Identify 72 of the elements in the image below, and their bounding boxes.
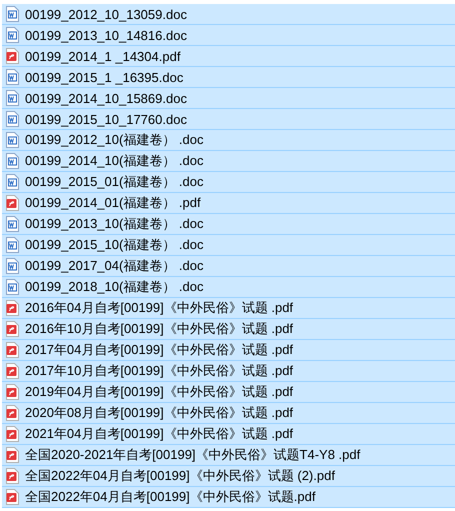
file-name: 2016年04月自考[00199]《中外民俗》试题 .pdf <box>25 299 294 317</box>
document-icon <box>6 216 19 232</box>
file-item[interactable]: 全国2022年04月自考[00199]《中外民俗》试题.pdf <box>2 487 455 508</box>
file-name: 00199_2014_1 _14304.pdf <box>25 48 180 64</box>
file-item[interactable]: 2016年04月自考[00199]《中外民俗》试题 .pdf <box>2 298 455 319</box>
file-item[interactable]: 00199_2012_10(福建卷） .doc <box>2 130 455 151</box>
file-name: 全国2022年04月自考[00199]《中外民俗》试题 (2).pdf <box>25 467 335 485</box>
file-name: 00199_2015_01(福建卷） .doc <box>25 173 204 191</box>
document-icon <box>6 258 19 274</box>
file-name: 00199_2018_10(福建卷） .doc <box>25 278 204 296</box>
file-item[interactable]: 全国2022年04月自考[00199]《中外民俗》试题 (2).pdf <box>2 466 455 487</box>
file-item[interactable]: 2020年08月自考[00199]《中外民俗》试题 .pdf <box>2 403 455 424</box>
file-item[interactable]: 00199_2015_10_17760.doc <box>2 109 455 130</box>
document-icon <box>6 132 19 148</box>
file-name: 2016年10月自考[00199]《中外民俗》试题 .pdf <box>25 320 294 338</box>
file-item[interactable]: 00199_2015_10(福建卷） .doc <box>2 235 455 256</box>
document-icon <box>6 279 19 295</box>
file-name: 00199_2017_04(福建卷） .doc <box>25 257 204 275</box>
file-name: 00199_2015_1 _16395.doc <box>25 70 184 84</box>
pdf-icon <box>6 48 19 64</box>
file-name: 00199_2012_10_13059.doc <box>25 6 187 22</box>
file-name: 2017年04月自考[00199]《中外民俗》试题 .pdf <box>25 341 294 359</box>
file-item[interactable]: 00199_2015_1 _16395.doc <box>2 67 455 88</box>
pdf-icon <box>6 426 19 442</box>
file-item[interactable]: 00199_2017_04(福建卷） .doc <box>2 256 455 277</box>
file-name: 2019年04月自考[00199]《中外民俗》试题 .pdf <box>25 383 294 401</box>
file-item[interactable]: 00199_2012_10_13059.doc <box>2 4 455 25</box>
document-icon <box>6 6 19 22</box>
document-icon <box>6 174 19 190</box>
document-icon <box>6 27 19 43</box>
file-name: 00199_2015_10_17760.doc <box>25 112 187 126</box>
file-name: 00199_2013_10_14816.doc <box>25 28 187 42</box>
pdf-icon <box>6 447 19 463</box>
file-item[interactable]: 2016年10月自考[00199]《中外民俗》试题 .pdf <box>2 319 455 340</box>
file-item[interactable]: 全国2020-2021年自考[00199]《中外民俗》试题T4-Y8 .pdf <box>2 445 455 466</box>
file-name: 2021年04月自考[00199]《中外民俗》试题 .pdf <box>25 425 294 443</box>
pdf-icon <box>6 321 19 337</box>
file-name: 00199_2014_10(福建卷） .doc <box>25 152 204 170</box>
pdf-icon <box>6 300 19 316</box>
file-item[interactable]: 00199_2015_01(福建卷） .doc <box>2 172 455 193</box>
file-name: 全国2020-2021年自考[00199]《中外民俗》试题T4-Y8 .pdf <box>25 446 360 464</box>
pdf-icon <box>6 405 19 421</box>
file-name: 00199_2014_01(福建卷） .pdf <box>25 194 201 212</box>
pdf-icon <box>6 363 19 379</box>
file-item[interactable]: 00199_2013_10(福建卷） .doc <box>2 214 455 235</box>
file-item[interactable]: 2017年10月自考[00199]《中外民俗》试题 .pdf <box>2 361 455 382</box>
pdf-icon <box>6 489 19 505</box>
document-icon <box>6 111 19 127</box>
file-item[interactable]: 2017年04月自考[00199]《中外民俗》试题 .pdf <box>2 340 455 361</box>
file-item[interactable]: 00199_2014_10_15869.doc <box>2 88 455 109</box>
file-item[interactable]: 2019年04月自考[00199]《中外民俗》试题 .pdf <box>2 382 455 403</box>
file-item[interactable]: 00199_2014_1 _14304.pdf <box>2 46 455 67</box>
file-item[interactable]: 00199_2014_10(福建卷） .doc <box>2 151 455 172</box>
file-name: 00199_2014_10_15869.doc <box>25 90 187 106</box>
file-name: 00199_2013_10(福建卷） .doc <box>25 215 204 233</box>
file-item[interactable]: 2021年04月自考[00199]《中外民俗》试题 .pdf <box>2 424 455 445</box>
document-icon <box>6 237 19 253</box>
file-name: 00199_2012_10(福建卷） .doc <box>25 131 204 149</box>
document-icon <box>6 69 19 85</box>
pdf-icon <box>6 468 19 484</box>
file-item[interactable]: 00199_2018_10(福建卷） .doc <box>2 277 455 298</box>
file-name: 全国2022年04月自考[00199]《中外民俗》试题.pdf <box>25 488 316 506</box>
pdf-icon <box>6 195 19 211</box>
document-icon <box>6 153 19 169</box>
file-item[interactable]: 00199_2013_10_14816.doc <box>2 25 455 46</box>
pdf-icon <box>6 384 19 400</box>
file-name: 00199_2015_10(福建卷） .doc <box>25 236 204 254</box>
file-name: 2017年10月自考[00199]《中外民俗》试题 .pdf <box>25 362 294 380</box>
document-icon <box>6 90 19 106</box>
pdf-icon <box>6 342 19 358</box>
file-item[interactable]: 00199_2014_01(福建卷） .pdf <box>2 193 455 214</box>
file-name: 2020年08月自考[00199]《中外民俗》试题 .pdf <box>25 404 294 422</box>
